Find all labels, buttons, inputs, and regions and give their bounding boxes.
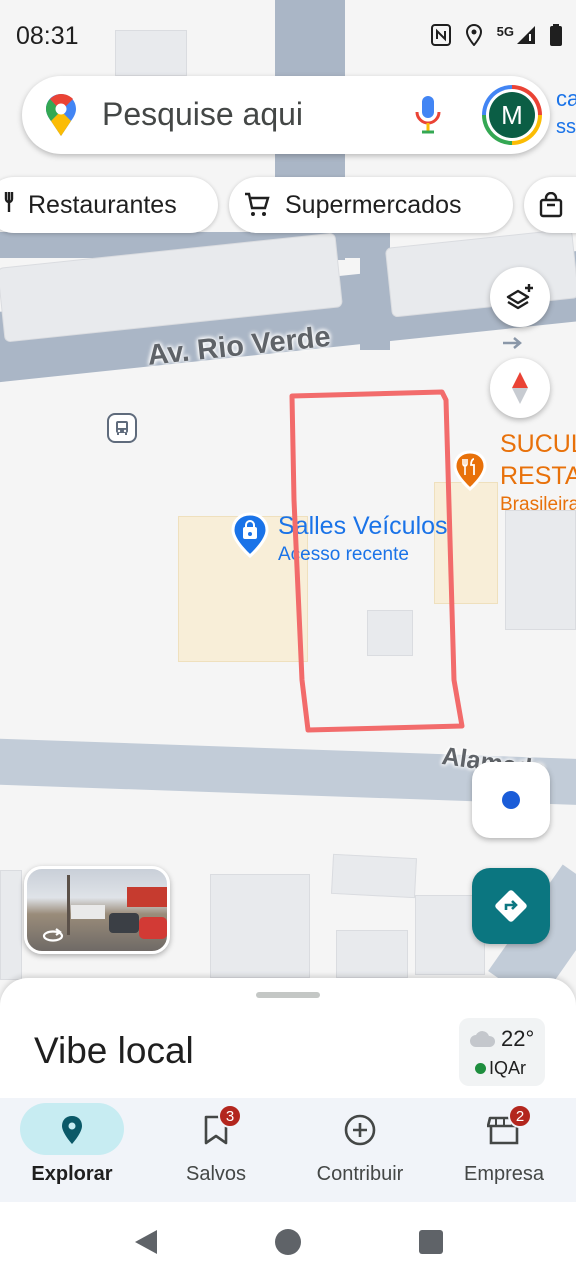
search-bar[interactable]: Pesquise aqui M: [22, 76, 550, 154]
map-block: [331, 853, 417, 899]
recents-icon[interactable]: [418, 1229, 444, 1260]
status-time: 08:31: [16, 22, 79, 50]
weather-temperature: 22°: [501, 1026, 535, 1051]
air-quality-dot-icon: [475, 1063, 486, 1074]
my-location-button[interactable]: [472, 762, 550, 838]
air-quality-label: IQAr: [489, 1058, 527, 1078]
location-icon: [465, 23, 483, 51]
cart-icon: [243, 191, 271, 219]
chip-restaurantes[interactable]: Restaurantes: [0, 177, 218, 233]
layers-icon: [506, 284, 533, 310]
fork-knife-icon: [4, 191, 16, 220]
map-block: [0, 870, 22, 980]
chip-shopping[interactable]: [524, 177, 576, 233]
one-way-arrow-icon: [502, 336, 524, 355]
status-bar: 08:31 5G: [0, 0, 576, 74]
sheet-drag-handle[interactable]: [256, 992, 320, 998]
compass-icon: [512, 372, 528, 404]
nfc-icon: [430, 24, 451, 51]
badge-empresa: 2: [508, 1104, 532, 1128]
map-block: [210, 874, 310, 978]
cloud-icon: [469, 1030, 497, 1053]
weather-card[interactable]: 22° IQAr: [459, 1018, 545, 1086]
street-view-thumbnail[interactable]: [24, 866, 170, 954]
google-maps-pin-icon: [44, 93, 78, 142]
avatar-letter: M: [489, 92, 535, 138]
layers-button[interactable]: [490, 267, 550, 327]
nav-label-explorar: Explorar: [31, 1163, 113, 1185]
nav-explorar[interactable]: Explorar: [0, 1098, 144, 1202]
badge-salvos: 3: [218, 1104, 242, 1128]
markup-rectangle: [289, 389, 465, 733]
map-block: [336, 930, 408, 978]
nav-label-empresa: Empresa: [463, 1163, 545, 1185]
chip-label-supermercados: Supermercados: [285, 190, 462, 219]
battery-icon: [550, 24, 562, 51]
search-input[interactable]: Pesquise aqui: [102, 96, 303, 133]
peek-text-2: ssi: [556, 116, 576, 138]
nav-salvos[interactable]: 3 Salvos: [144, 1098, 288, 1202]
add-circle-icon: [340, 1110, 380, 1150]
place-pin-salles-veiculos[interactable]: [230, 512, 270, 565]
signal-icon: [516, 25, 536, 50]
bus-stop-icon[interactable]: [107, 413, 137, 443]
bottom-navigation: Explorar 3 Salvos Contribuir 2 Empresa: [0, 1098, 576, 1202]
nav-contribuir[interactable]: Contribuir: [288, 1098, 432, 1202]
peek-text-1: ca: [556, 86, 576, 111]
map-canvas[interactable]: Av. Rio Verde Alameda Salles Veículos Ac…: [0, 0, 576, 1100]
chip-label-restaurantes: Restaurantes: [28, 190, 177, 219]
back-icon[interactable]: [132, 1228, 160, 1261]
nav-label-salvos: Salvos: [185, 1163, 247, 1185]
compass-button[interactable]: [490, 358, 550, 418]
microphone-icon[interactable]: [414, 94, 442, 139]
map-block: [505, 510, 576, 630]
explore-pin-icon: [52, 1110, 92, 1150]
network-type: 5G: [496, 24, 514, 39]
restaurant-name-line-2[interactable]: RESTA: [500, 462, 576, 491]
home-icon[interactable]: [274, 1228, 302, 1261]
system-navigation-bar: [0, 1202, 576, 1280]
sheet-title: Vibe local: [34, 1030, 194, 1071]
restaurant-name-line-1[interactable]: SUCUL: [500, 430, 576, 459]
shopping-bag-icon: [538, 192, 564, 218]
nav-empresa[interactable]: 2 Empresa: [432, 1098, 576, 1202]
my-location-icon: [502, 791, 520, 809]
restaurant-category: Brasileira: [500, 494, 576, 515]
directions-button[interactable]: [472, 868, 550, 944]
nav-label-contribuir: Contribuir: [316, 1163, 404, 1185]
directions-icon: [495, 890, 527, 922]
account-avatar[interactable]: M: [482, 85, 542, 145]
chip-supermercados[interactable]: Supermercados: [229, 177, 513, 233]
street-view-rotate-icon: [41, 927, 65, 948]
